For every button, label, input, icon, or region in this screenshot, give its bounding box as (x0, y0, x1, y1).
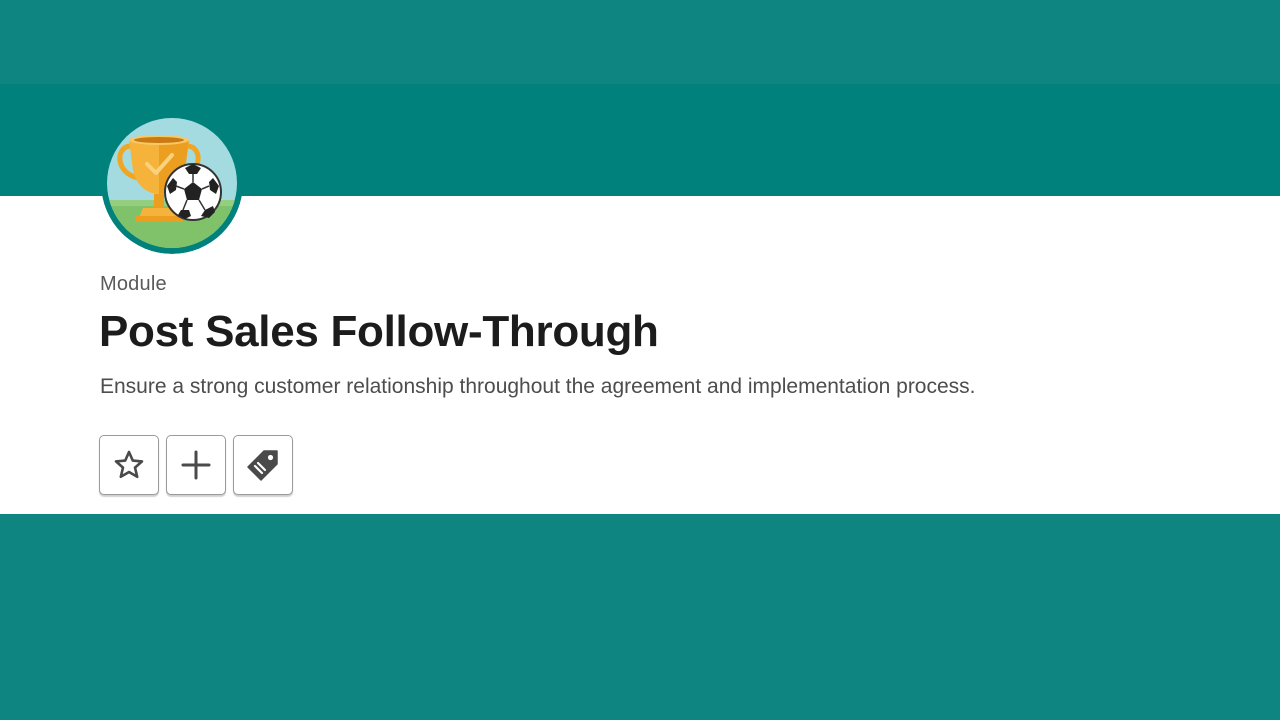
star-icon (114, 450, 144, 479)
plus-icon (181, 450, 211, 480)
module-description: Ensure a strong customer relationship th… (100, 375, 976, 398)
page-title: Post Sales Follow-Through (99, 307, 659, 356)
module-badge (101, 112, 243, 254)
trophy-and-soccer-ball-icon (101, 112, 243, 254)
bottom-background-band (0, 514, 1280, 720)
top-background-band (0, 0, 1280, 84)
favorite-button[interactable] (99, 435, 159, 495)
tag-icon (247, 450, 278, 481)
add-to-list-button[interactable] (166, 435, 226, 495)
tag-button[interactable] (233, 435, 293, 495)
action-toolbar (99, 435, 293, 495)
module-type-label: Module (100, 273, 167, 295)
